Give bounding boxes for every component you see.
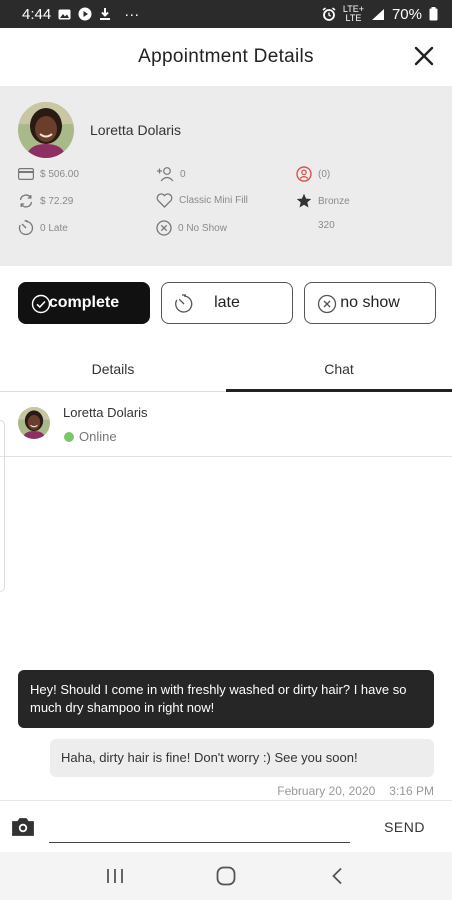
stat-late-count: 0 Late	[18, 220, 68, 236]
status-time: 4:44	[22, 5, 52, 23]
online-dot	[64, 431, 74, 442]
close-button[interactable]	[412, 44, 436, 68]
online-status-label: Online	[79, 429, 117, 444]
client-name: Loretta Dolaris	[90, 122, 182, 138]
add-person-icon	[157, 167, 174, 182]
play-icon	[78, 7, 92, 21]
x-circle-icon	[317, 294, 337, 314]
tab-details-label: Details	[91, 360, 135, 377]
home-icon	[216, 866, 236, 886]
recent-apps-icon	[107, 869, 124, 883]
tab-details[interactable]: Details	[0, 346, 226, 391]
stat-favorite-service-value: Classic Mini Fill	[179, 195, 248, 206]
timer-icon	[175, 294, 193, 313]
alarm-icon	[322, 7, 336, 21]
stat-tier-value: Bronze	[318, 195, 350, 207]
message-composer: SEND	[0, 800, 452, 852]
stat-average-ticket: $ 72.29	[18, 193, 73, 209]
stat-late-count-value: 0 Late	[40, 222, 68, 234]
stat-no-show-count: 0 No Show	[156, 220, 227, 236]
back-icon	[331, 867, 342, 885]
incoming-message-text: Hey! Should I come in with freshly washe…	[30, 682, 407, 715]
status-more: ···	[124, 5, 140, 23]
check-circle-icon	[31, 294, 51, 314]
side-drawer-handle[interactable]	[0, 420, 5, 592]
contact-avatar	[18, 407, 50, 439]
download-icon	[100, 8, 111, 20]
chat-contact-header: Loretta Dolaris Online	[0, 393, 452, 457]
stat-no-show-count-value: 0 No Show	[178, 222, 227, 234]
status-right: LTE+ LTE 70%	[322, 5, 438, 23]
x-circle-icon	[156, 220, 172, 236]
message-input[interactable]	[49, 813, 350, 843]
client-profile-card: Loretta Dolaris $ 506.00 0 (0) $ 72.29 C…	[0, 86, 452, 266]
stat-average-ticket-value: $ 72.29	[40, 195, 74, 207]
message-time: 3:16 PM	[389, 784, 434, 798]
late-button[interactable]: late	[161, 282, 293, 324]
camera-icon	[12, 818, 34, 836]
stat-referrals-value: 0	[180, 168, 186, 180]
outgoing-message-text: Haha, dirty hair is fine! Don't worry :)…	[61, 750, 358, 765]
credit-card-icon	[18, 168, 34, 180]
back-button[interactable]	[317, 856, 357, 896]
gallery-icon	[58, 9, 71, 19]
late-button-label: late	[214, 294, 240, 311]
tab-chat[interactable]: Chat	[226, 346, 452, 392]
stat-points: 320	[318, 220, 335, 231]
incoming-message: Hey! Should I come in with freshly washe…	[18, 670, 434, 728]
message-date: February 20, 2020	[277, 784, 376, 798]
page-title: Appointment Details	[138, 46, 314, 67]
app-header: Appointment Details	[0, 28, 452, 86]
recent-apps-button[interactable]	[95, 856, 135, 896]
no-show-button[interactable]: no show	[304, 282, 436, 324]
tab-chat-label: Chat	[324, 360, 354, 377]
complete-button[interactable]: complete	[18, 282, 150, 324]
stat-flags: (0)	[296, 166, 330, 182]
stat-flags-value: (0)	[318, 168, 331, 180]
lte-indicator: LTE+ LTE	[343, 5, 364, 23]
alert-person-icon	[296, 166, 312, 182]
status-left: 4:44 ···	[22, 6, 139, 23]
battery-icon	[429, 7, 438, 21]
system-navigation-bar	[0, 852, 452, 900]
close-icon	[414, 46, 434, 66]
client-avatar	[18, 102, 74, 158]
message-timestamp: February 20, 2020 3:16 PM	[277, 784, 434, 798]
home-button[interactable]	[206, 856, 246, 896]
battery-percent: 70%	[391, 5, 422, 23]
repeat-icon	[19, 194, 33, 208]
signal-icon	[371, 8, 384, 20]
stat-points-value: 320	[318, 220, 335, 231]
heart-icon	[156, 193, 173, 208]
star-icon	[296, 193, 312, 208]
lte-bottom-label: LTE	[345, 13, 362, 23]
stat-total-spent: $ 506.00	[18, 168, 79, 180]
online-status: Online	[64, 429, 117, 444]
stat-tier: Bronze	[296, 193, 350, 209]
outgoing-message: Haha, dirty hair is fine! Don't worry :)…	[50, 739, 434, 777]
status-bar: 4:44 ··· LTE+ LTE 70%	[0, 0, 452, 28]
camera-button[interactable]	[11, 817, 35, 842]
stat-favorite-service: Classic Mini Fill	[156, 193, 248, 208]
stat-total-spent-value: $ 506.00	[40, 168, 79, 180]
detail-tabs: Details Chat	[0, 346, 452, 392]
send-button[interactable]: SEND	[384, 819, 425, 835]
complete-button-label: complete	[48, 294, 120, 311]
appointment-actions: complete late no show	[18, 282, 436, 324]
contact-name: Loretta Dolaris	[63, 405, 148, 420]
no-show-button-label: no show	[340, 294, 400, 311]
stat-referrals: 0	[156, 166, 186, 182]
timer-icon	[18, 220, 34, 236]
